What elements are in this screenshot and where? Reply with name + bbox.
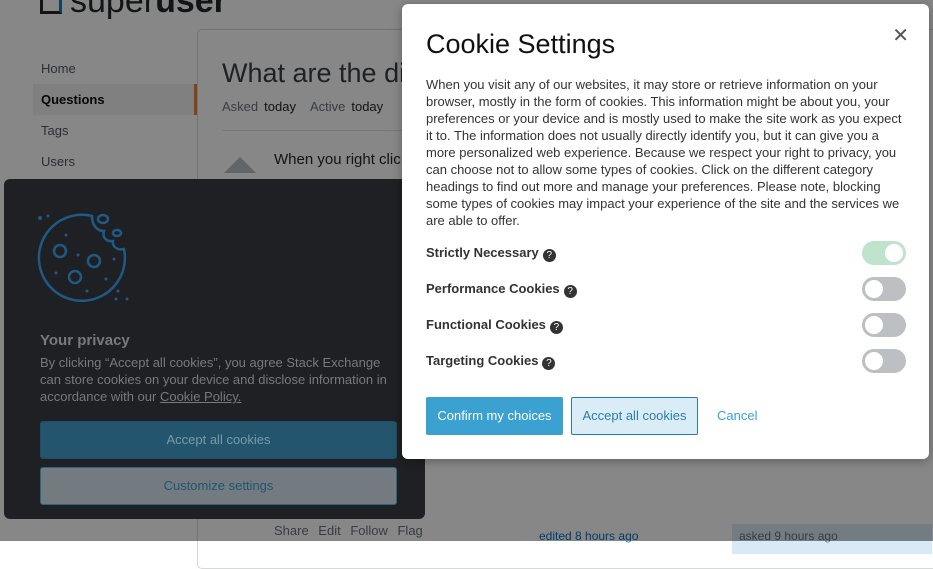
help-icon[interactable]: ? [542, 249, 556, 262]
toggle-targeting[interactable] [862, 349, 906, 373]
cookie-icon [37, 213, 129, 303]
help-icon[interactable]: ? [563, 285, 577, 298]
cancel-button[interactable]: Cancel [717, 397, 757, 435]
privacy-title: Your privacy [40, 332, 130, 349]
toggle-functional[interactable] [862, 313, 906, 337]
category-functional: Functional Cookies? [426, 313, 906, 337]
dialog-description: When you visit any of our websites, it m… [426, 77, 902, 228]
banner-accept-all-button[interactable]: Accept all cookies [40, 421, 397, 459]
help-icon[interactable]: ? [542, 357, 556, 370]
cookie-policy-link[interactable]: Cookie Policy. [160, 389, 241, 404]
customize-settings-button[interactable]: Customize settings [40, 467, 397, 505]
toggle-performance[interactable] [862, 277, 906, 301]
dialog-title: Cookie Settings [426, 29, 616, 59]
help-icon[interactable]: ? [549, 321, 563, 334]
close-icon[interactable]: ✕ [892, 23, 909, 48]
privacy-banner: Your privacy By clicking “Accept all coo… [4, 179, 425, 519]
accept-all-button[interactable]: Accept all cookies [571, 397, 698, 435]
category-targeting: Targeting Cookies? [426, 349, 906, 373]
cookie-settings-dialog: Cookie Settings ✕ When you visit any of … [402, 4, 929, 459]
category-performance: Performance Cookies? [426, 277, 906, 301]
privacy-text: By clicking “Accept all cookies”, you ag… [40, 355, 387, 404]
category-strictly-necessary: Strictly Necessary? [426, 241, 906, 265]
confirm-choices-button[interactable]: Confirm my choices [426, 397, 563, 435]
toggle-strictly-necessary[interactable] [862, 241, 906, 265]
